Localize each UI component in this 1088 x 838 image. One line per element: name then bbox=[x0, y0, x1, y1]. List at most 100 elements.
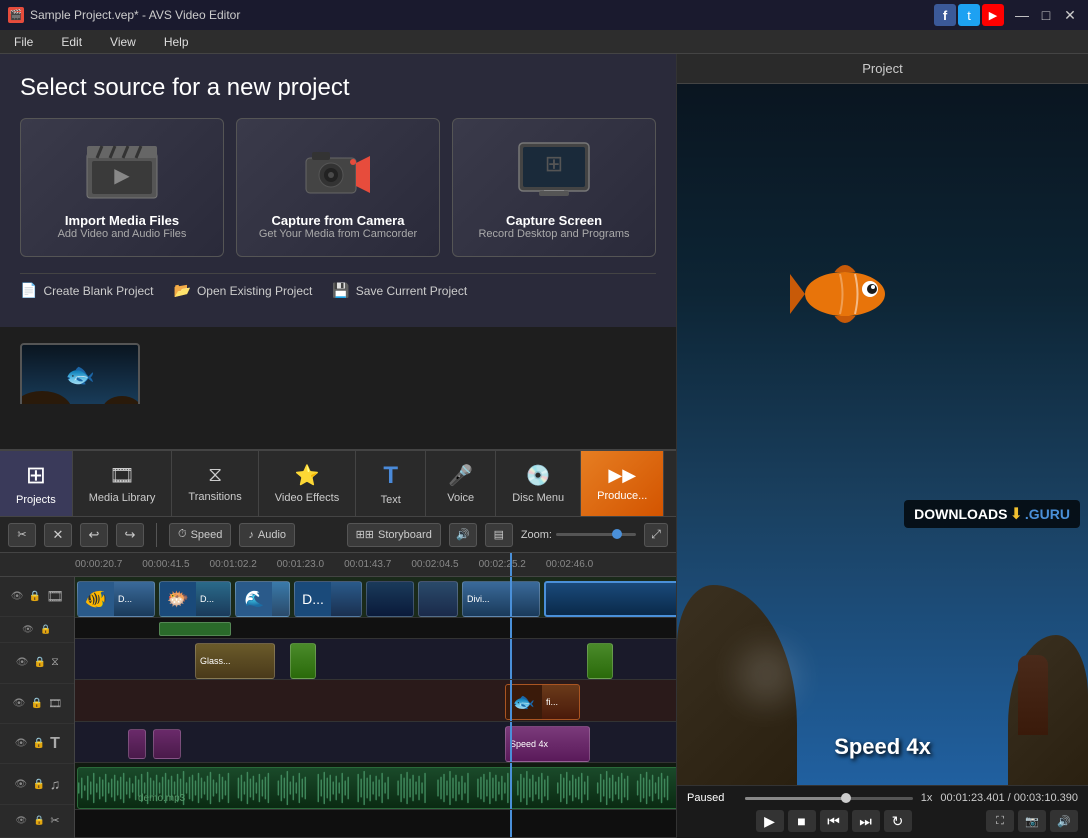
video-clip-2[interactable]: 🐡 D... bbox=[159, 581, 231, 617]
tab-voice[interactable]: 🎤 Voice bbox=[426, 451, 496, 516]
snapshot-button[interactable]: 📷 bbox=[1018, 810, 1046, 832]
fullscreen-button[interactable]: ⛶ bbox=[986, 810, 1014, 832]
lock-button-effect[interactable]: 🔒 bbox=[39, 623, 53, 637]
camera-svg bbox=[298, 138, 378, 203]
menu-edit[interactable]: Edit bbox=[55, 33, 88, 51]
tab-disc-menu[interactable]: 💿 Disc Menu bbox=[496, 451, 581, 516]
svg-text:⊞: ⊞ bbox=[545, 151, 563, 176]
lock-button-overlay[interactable]: 🔒 bbox=[30, 696, 44, 710]
video-clip-1[interactable]: 🐠 D... bbox=[77, 581, 155, 617]
effect-clip-1[interactable] bbox=[159, 622, 231, 636]
titlebar-controls: — □ ✕ bbox=[1012, 5, 1080, 25]
capture-screen-option[interactable]: ⊞ Capture Screen Record Desktop and Prog… bbox=[452, 118, 656, 257]
create-blank-action[interactable]: 📄 Create Blank Project bbox=[20, 282, 154, 299]
video-clip-4[interactable]: D... bbox=[294, 581, 362, 617]
source-options: ▶ Import Media Files Add Video and Audio… bbox=[20, 118, 656, 257]
storyboard-label: Storyboard bbox=[378, 529, 432, 541]
disc-tab-label: Disc Menu bbox=[512, 492, 564, 504]
next-frame-button[interactable]: ⏭ bbox=[852, 810, 880, 832]
stop-button[interactable]: ■ bbox=[788, 810, 816, 832]
delete-button[interactable]: ✕ bbox=[44, 523, 72, 547]
maximize-button[interactable]: □ bbox=[1036, 5, 1056, 25]
close-button[interactable]: ✕ bbox=[1060, 5, 1080, 25]
source-title: Select source for a new project bbox=[20, 74, 656, 102]
video-clip-6[interactable] bbox=[418, 581, 458, 617]
speed-slider-area[interactable] bbox=[745, 792, 913, 804]
undo-button[interactable]: ↩ bbox=[80, 523, 108, 547]
preview-controls: Paused 1x 00:01:23.401 / 00:03:10.390 ▶ … bbox=[677, 785, 1088, 838]
text-clip-1[interactable] bbox=[128, 729, 146, 759]
eye-button-extra[interactable]: 👁 bbox=[14, 814, 28, 828]
expand-timeline-button[interactable]: ⤢ bbox=[644, 523, 668, 547]
video-clip-5[interactable] bbox=[366, 581, 414, 617]
eye-button-effect[interactable]: 👁 bbox=[21, 623, 35, 637]
tab-text[interactable]: T Text bbox=[356, 451, 426, 516]
prev-frame-button[interactable]: ⏮ bbox=[820, 810, 848, 832]
save-project-icon: 💾 bbox=[332, 282, 349, 299]
transition-clip-3[interactable] bbox=[587, 643, 613, 679]
eye-button-audio[interactable]: 👁 bbox=[14, 777, 28, 791]
disc-tab-icon: 💿 bbox=[526, 463, 551, 488]
time-display: 00:01:23.401 / 00:03:10.390 bbox=[940, 792, 1078, 804]
preview-area: Speed 4x bbox=[677, 84, 1088, 785]
sample-project-thumb[interactable]: 🐟 Sample Project bbox=[20, 343, 140, 404]
lock-button-transition[interactable]: 🔒 bbox=[33, 656, 47, 670]
video-clip-7[interactable]: Divi... bbox=[462, 581, 540, 617]
lock-button-video[interactable]: 🔒 bbox=[28, 590, 42, 604]
audio-clip-1[interactable]: demo.mp3 for wave bars bbox=[77, 767, 676, 809]
tab-projects[interactable]: ⊞ Projects bbox=[0, 451, 73, 516]
view-options-button[interactable]: ▤ bbox=[485, 523, 513, 547]
zoom-slider[interactable] bbox=[556, 533, 636, 536]
save-current-action[interactable]: 💾 Save Current Project bbox=[332, 282, 467, 299]
menu-help[interactable]: Help bbox=[158, 33, 195, 51]
app-icon: 🎬 bbox=[8, 7, 24, 23]
overlay-clip-1[interactable]: 🐟 fi... bbox=[505, 684, 580, 720]
screen-option-sub: Record Desktop and Programs bbox=[478, 228, 629, 240]
eye-button-text[interactable]: 👁 bbox=[14, 737, 28, 751]
text-track-icon: T bbox=[50, 735, 60, 753]
lock-button-text[interactable]: 🔒 bbox=[32, 737, 46, 751]
menu-view[interactable]: View bbox=[104, 33, 142, 51]
redo-button[interactable]: ↪ bbox=[116, 523, 144, 547]
open-existing-action[interactable]: 📂 Open Existing Project bbox=[174, 282, 313, 299]
import-media-option[interactable]: ▶ Import Media Files Add Video and Audio… bbox=[20, 118, 224, 257]
lock-button-extra[interactable]: 🔒 bbox=[32, 814, 46, 828]
cut-button[interactable]: ✂ bbox=[8, 523, 36, 547]
facebook-icon[interactable]: f bbox=[934, 4, 956, 26]
transition-clip-1[interactable]: Glass... bbox=[195, 643, 275, 679]
audio-mixer-button[interactable]: 🔊 bbox=[449, 523, 477, 547]
text-clip-speed[interactable]: Speed 4x bbox=[505, 726, 590, 762]
video-clip-3[interactable]: 🌊 bbox=[235, 581, 290, 617]
import-option-title: Import Media Files bbox=[65, 213, 179, 228]
storyboard-button[interactable]: ⊞⊞ Storyboard bbox=[347, 523, 441, 547]
eye-button-transition[interactable]: 👁 bbox=[15, 656, 29, 670]
twitter-icon[interactable]: t bbox=[958, 4, 980, 26]
text-clip-2[interactable] bbox=[153, 729, 181, 759]
eye-button-overlay[interactable]: 👁 bbox=[12, 696, 26, 710]
menu-file[interactable]: File bbox=[8, 33, 39, 51]
eye-button-video[interactable]: 👁 bbox=[10, 590, 24, 604]
lock-button-audio[interactable]: 🔒 bbox=[32, 777, 46, 791]
audio-button[interactable]: ♪ Audio bbox=[239, 523, 295, 547]
watermark: DOWNLOADS ⬇ .GURU bbox=[904, 500, 1080, 528]
produce-tab-label: Produce... bbox=[597, 490, 647, 502]
tab-transitions[interactable]: ⧖ Transitions bbox=[172, 451, 258, 516]
transitions-tab-icon: ⧖ bbox=[208, 464, 222, 487]
tab-media-library[interactable]: 🎞 Media Library bbox=[73, 451, 173, 516]
tab-video-effects[interactable]: ⭐ Video Effects bbox=[259, 451, 356, 516]
speed-icon: ⏱ bbox=[178, 528, 187, 541]
volume-button[interactable]: 🔊 bbox=[1050, 810, 1078, 832]
loop-button[interactable]: ↻ bbox=[884, 810, 912, 832]
capture-camera-option[interactable]: Capture from Camera Get Your Media from … bbox=[236, 118, 440, 257]
play-button[interactable]: ▶ bbox=[756, 810, 784, 832]
youtube-icon[interactable]: ▶ bbox=[982, 4, 1004, 26]
minimize-button[interactable]: — bbox=[1012, 5, 1032, 25]
transition-clip-2[interactable] bbox=[290, 643, 316, 679]
timeline-playhead[interactable] bbox=[510, 553, 512, 576]
tab-produce[interactable]: ▶▶ Produce... bbox=[581, 451, 664, 516]
save-current-label: Save Current Project bbox=[356, 284, 467, 298]
video-clip-8[interactable] bbox=[544, 581, 676, 617]
speed-button[interactable]: ⏱ Speed bbox=[169, 523, 231, 547]
source-select-panel: Select source for a new project bbox=[0, 54, 676, 327]
watermark-icon: ⬇ bbox=[1009, 504, 1022, 524]
